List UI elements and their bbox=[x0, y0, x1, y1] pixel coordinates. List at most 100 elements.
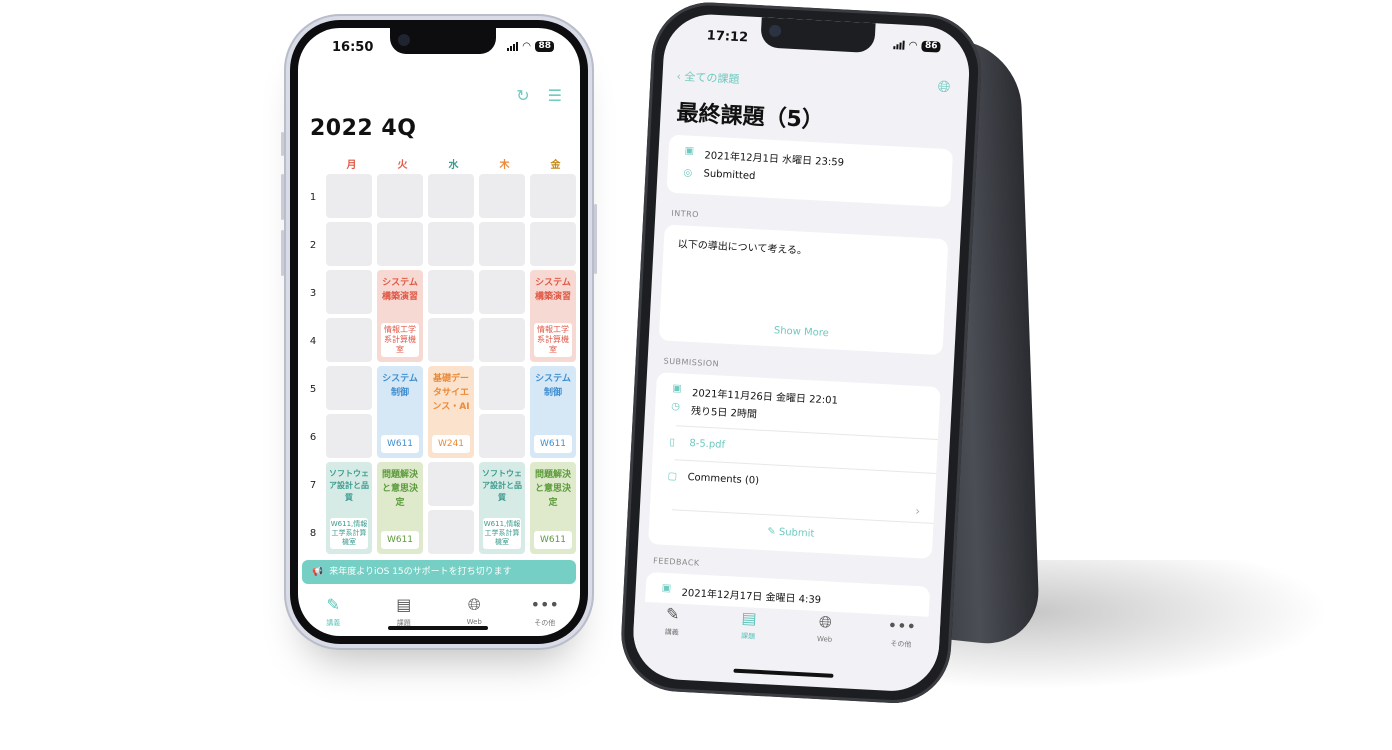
class-name: システム構築演習 bbox=[381, 278, 418, 302]
class-card[interactable]: システム構築演習 情報工学系計算機室 bbox=[530, 270, 576, 362]
period-number: 2 bbox=[309, 240, 317, 251]
deadline-text: 2021年12月1日 水曜日 23:59 bbox=[704, 150, 845, 169]
empty-slot[interactable] bbox=[326, 366, 372, 410]
tab-lectures[interactable]: ✎ 講義 bbox=[632, 601, 711, 655]
class-card[interactable]: システム制御 W611 bbox=[530, 366, 576, 458]
timetable-screen: 16:50 ◠ 88 ↻ ☰ 2022 4Q 月 火 水 木 金 1 2 3 4… bbox=[298, 28, 580, 636]
intro-card: 以下の導出について考える。 Show More bbox=[658, 224, 949, 356]
calendar-icon: ▣ bbox=[684, 145, 695, 157]
empty-slot[interactable] bbox=[479, 414, 525, 458]
refresh-icon[interactable]: ↻ bbox=[516, 88, 529, 104]
tab-web[interactable]: 🌐︎ Web bbox=[785, 609, 864, 663]
check-circle-icon: ◎ bbox=[683, 167, 693, 179]
empty-slot[interactable] bbox=[479, 366, 525, 410]
period-number: 5 bbox=[309, 384, 317, 395]
empty-slot[interactable] bbox=[428, 510, 474, 554]
period-number: 6 bbox=[309, 432, 317, 443]
tab-label: その他 bbox=[890, 639, 912, 649]
class-card[interactable]: 問題解決と意思決定 W611 bbox=[530, 462, 576, 554]
empty-slot[interactable] bbox=[428, 174, 474, 218]
volume-up-button bbox=[281, 174, 284, 220]
tab-label: 講義 bbox=[664, 627, 679, 637]
status-text: Submitted bbox=[703, 168, 756, 183]
empty-slot[interactable] bbox=[479, 174, 525, 218]
nav-bar: ‹ 全ての課題 🌐︎ bbox=[676, 65, 951, 99]
globe-icon[interactable]: 🌐︎ bbox=[937, 77, 951, 98]
power-button bbox=[594, 204, 597, 274]
period-number: 7 bbox=[309, 480, 317, 491]
empty-slot[interactable] bbox=[479, 270, 525, 314]
signal-icon bbox=[893, 40, 905, 50]
globe-icon: 🌐︎ bbox=[818, 612, 833, 632]
announcement-banner[interactable]: 📢 来年度よりiOS 15のサポートを打ち切ります bbox=[302, 560, 576, 584]
class-room: 情報工学系計算機室 bbox=[381, 323, 419, 357]
class-room: W611 bbox=[534, 531, 572, 549]
divider bbox=[671, 509, 934, 524]
submission-card: ▣ 2021年11月26日 金曜日 22:01 ◷ 残り5日 2時間 ▯ 8-5… bbox=[648, 372, 941, 559]
front-camera bbox=[398, 34, 410, 46]
empty-slot[interactable] bbox=[326, 414, 372, 458]
class-card[interactable]: 問題解決と意思決定 W611 bbox=[377, 462, 423, 554]
class-card[interactable]: システム構築演習 情報工学系計算機室 bbox=[377, 270, 423, 362]
empty-slot[interactable] bbox=[530, 174, 576, 218]
megaphone-icon: 📢 bbox=[312, 567, 324, 577]
volume-down-button bbox=[281, 230, 284, 276]
intro-text: 以下の導出について考える。 bbox=[677, 239, 808, 257]
period-number: 3 bbox=[309, 288, 317, 299]
class-card[interactable]: ソフトウェア設計と品質 W611,情報工学系計算機室 bbox=[479, 462, 525, 554]
class-room: W611 bbox=[381, 531, 419, 549]
file-icon: ▯ bbox=[669, 436, 676, 449]
class-name: ソフトウェア設計と品質 bbox=[482, 469, 522, 502]
home-indicator[interactable] bbox=[388, 626, 488, 630]
empty-slot[interactable] bbox=[326, 318, 372, 362]
battery-badge: 88 bbox=[535, 41, 554, 52]
feedback-label: FEEDBACK bbox=[652, 556, 700, 568]
empty-slot[interactable] bbox=[428, 462, 474, 506]
submit-button[interactable]: ✎ Submit bbox=[649, 520, 933, 546]
class-name: 問題解決と意思決定 bbox=[534, 470, 571, 508]
list-icon[interactable]: ☰ bbox=[548, 88, 562, 104]
class-room: W611 bbox=[381, 435, 419, 453]
class-card[interactable]: ソフトウェア設計と品質 W611,情報工学系計算機室 bbox=[326, 462, 372, 554]
comment-icon: ▢ bbox=[667, 470, 678, 483]
tab-more[interactable]: ••• その他 bbox=[510, 594, 581, 636]
empty-slot[interactable] bbox=[377, 222, 423, 266]
day-mon: 月 bbox=[346, 160, 357, 171]
tab-assignments[interactable]: ▤ 課題 bbox=[709, 605, 788, 659]
phone-body: 17:12 ◠ 86 ‹ 全ての課題 🌐︎ 最終課題（5） ▣ 2021年12月… bbox=[618, 0, 985, 706]
tab-label: Web bbox=[816, 634, 833, 644]
status-card: ▣ 2021年12月1日 水曜日 23:59 ◎ Submitted bbox=[666, 134, 954, 208]
calendar-icon: ▣ bbox=[661, 582, 672, 595]
show-more-link[interactable]: Show More bbox=[659, 319, 943, 345]
back-label: 全ての課題 bbox=[684, 70, 740, 87]
comments-row[interactable]: Comments (0) bbox=[687, 472, 759, 487]
banner-text: 来年度よりiOS 15のサポートを打ち切ります bbox=[329, 567, 512, 577]
class-card[interactable]: 基礎データサイエンス・AI W241 bbox=[428, 366, 474, 458]
remaining-text: 残り5日 2時間 bbox=[690, 406, 758, 421]
empty-slot[interactable] bbox=[428, 222, 474, 266]
home-indicator[interactable] bbox=[733, 668, 834, 678]
class-room: W241 bbox=[432, 435, 470, 453]
notch bbox=[760, 17, 876, 54]
class-name: 基礎データサイエンス・AI bbox=[432, 374, 470, 412]
phone-assignment: 17:12 ◠ 86 ‹ 全ての課題 🌐︎ 最終課題（5） ▣ 2021年12月… bbox=[618, 0, 994, 716]
empty-slot[interactable] bbox=[326, 222, 372, 266]
empty-slot[interactable] bbox=[377, 174, 423, 218]
empty-slot[interactable] bbox=[326, 270, 372, 314]
empty-slot[interactable] bbox=[428, 318, 474, 362]
empty-slot[interactable] bbox=[479, 222, 525, 266]
list-doc-icon: ▤ bbox=[396, 595, 412, 614]
empty-slot[interactable] bbox=[479, 318, 525, 362]
period-number: 1 bbox=[309, 192, 317, 203]
file-link[interactable]: 8-5.pdf bbox=[689, 438, 725, 451]
page-title: 2022 4Q bbox=[310, 116, 417, 141]
class-name: ソフトウェア設計と品質 bbox=[329, 469, 369, 502]
empty-slot[interactable] bbox=[530, 222, 576, 266]
period-number: 4 bbox=[309, 336, 317, 347]
empty-slot[interactable] bbox=[428, 270, 474, 314]
class-card[interactable]: システム制御 W611 bbox=[377, 366, 423, 458]
back-button[interactable]: ‹ 全ての課題 bbox=[676, 70, 740, 86]
tab-more[interactable]: ••• その他 bbox=[862, 613, 941, 667]
empty-slot[interactable] bbox=[326, 174, 372, 218]
tab-lectures[interactable]: ✎ 講義 bbox=[298, 594, 369, 636]
